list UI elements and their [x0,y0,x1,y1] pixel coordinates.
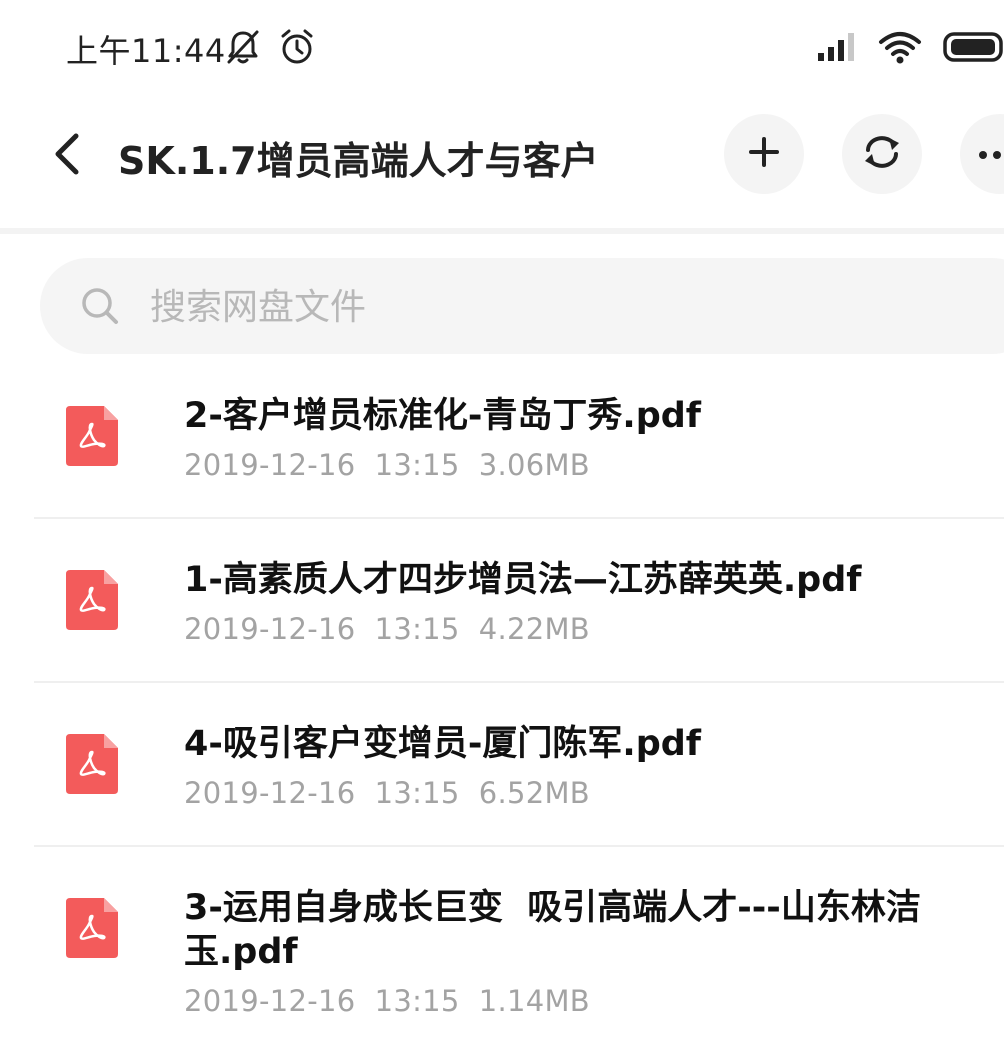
page-title: SK.1.7增员高端人才与客户 [118,139,599,183]
battery-icon [942,31,1004,63]
search-input[interactable] [148,258,972,356]
add-button[interactable] [724,114,804,194]
file-size: 3.06MB [478,448,591,482]
plus-icon [748,136,780,172]
file-size: 1.14MB [478,984,591,1018]
file-meta: 2019-12-16 13:15 4.22MB [184,612,590,646]
file-date: 2019-12-16 [184,448,356,482]
pdf-file-icon [66,570,118,630]
file-time: 13:15 [374,984,460,1018]
file-date: 2019-12-16 [184,612,356,646]
alarm-clock-icon [278,28,316,66]
file-meta: 2019-12-16 13:15 1.14MB [184,984,590,1018]
file-size: 4.22MB [478,612,591,646]
sync-button[interactable] [842,114,922,194]
row-divider [34,845,1004,847]
wifi-icon [878,30,922,64]
file-row[interactable]: 3-运用自身成长巨变 吸引高端人才---山东林洁玉.pdf 2019-12-16… [0,848,1004,1043]
file-time: 13:15 [374,612,460,646]
pdf-file-icon [66,734,118,794]
file-time: 13:15 [374,448,460,482]
status-time: 上午11:44 [66,32,226,70]
bell-off-icon [224,28,262,66]
more-icon [978,145,1004,164]
pdf-file-icon [66,898,118,958]
row-divider [34,681,1004,683]
chevron-left-icon [52,132,82,180]
file-browser-screen: 上午11:44 SK.1.7增员高端人才与客户 搜索网盘文件 2-客户增员标准化… [0,0,1004,1043]
status-left-icons [224,28,316,66]
status-right-icons [816,30,1004,64]
row-divider [34,517,1004,519]
header-divider [0,228,1004,234]
search-icon [80,286,120,330]
file-name: 2-客户增员标准化-青岛丁秀.pdf [184,396,702,436]
file-row[interactable]: 2-客户增员标准化-青岛丁秀.pdf 2019-12-16 13:15 3.06… [0,356,1004,519]
file-date: 2019-12-16 [184,984,356,1018]
top-app-bar: SK.1.7增员高端人才与客户 [0,100,1004,214]
file-meta: 2019-12-16 13:15 3.06MB [184,448,590,482]
file-name: 1-高素质人才四步增员法—江苏薛英英.pdf [184,560,862,600]
status-bar: 上午11:44 [0,0,1004,100]
file-row[interactable]: 4-吸引客户变增员-厦门陈军.pdf 2019-12-16 13:15 6.52… [0,684,1004,847]
file-size: 6.52MB [478,776,591,810]
back-button[interactable] [44,130,90,182]
file-name: 3-运用自身成长巨变 吸引高端人才---山东林洁玉.pdf [184,888,921,972]
signal-icon [816,31,858,63]
file-name: 4-吸引客户变增员-厦门陈军.pdf [184,724,702,764]
file-time: 13:15 [374,776,460,810]
search-bar[interactable] [40,258,1004,356]
file-meta: 2019-12-16 13:15 6.52MB [184,776,590,810]
sync-icon [862,134,902,174]
file-date: 2019-12-16 [184,776,356,810]
more-button[interactable] [960,114,1004,194]
pdf-file-icon [66,406,118,466]
file-row[interactable]: 1-高素质人才四步增员法—江苏薛英英.pdf 2019-12-16 13:15 … [0,520,1004,683]
